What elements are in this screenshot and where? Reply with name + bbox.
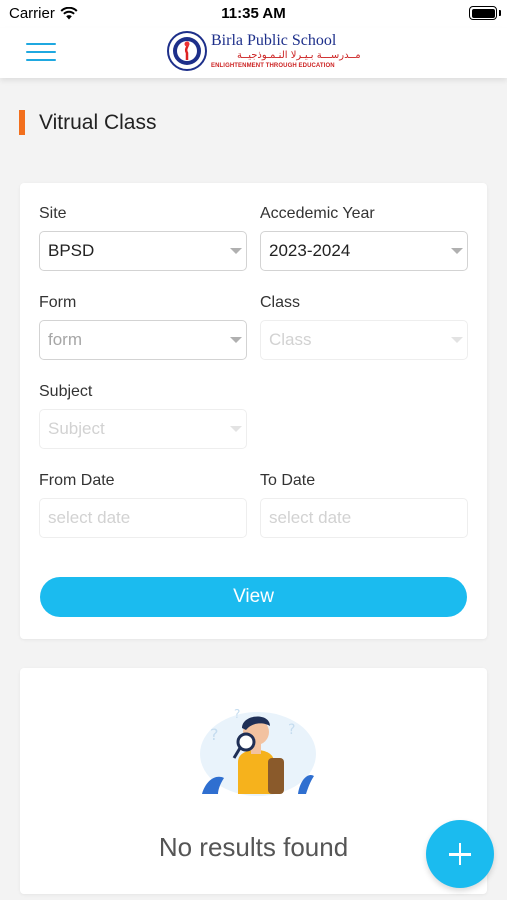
class-label: Class: [260, 294, 301, 311]
app-header: Birla Public School مــدرســـة بـيـرلا ا…: [0, 28, 507, 78]
plus-icon-vertical: [458, 843, 462, 865]
class-placeholder: Class: [269, 330, 312, 349]
filter-card: Site BPSD Accedemic Year 2023-2024 Form …: [20, 183, 487, 639]
hamburger-menu-icon[interactable]: [26, 43, 56, 63]
status-time: 11:35 AM: [221, 5, 286, 22]
battery-tip: [499, 10, 501, 16]
logo-title: Birla Public School: [211, 32, 337, 49]
no-results-illustration: ? ? ?: [200, 707, 316, 796]
status-bar: Carrier 11:35 AM: [0, 0, 507, 28]
chevron-down-icon: [451, 337, 463, 343]
logo-tagline: ENLIGHTENMENT THROUGH EDUCATION: [211, 63, 335, 69]
from-date-label: From Date: [39, 472, 115, 489]
view-button[interactable]: View: [40, 577, 467, 617]
page-title: Vitrual Class: [39, 110, 157, 134]
class-select[interactable]: Class: [260, 320, 468, 360]
school-logo: Birla Public School مــدرســـة بـيـرلا ا…: [167, 30, 361, 74]
to-date-field[interactable]: select date: [260, 498, 468, 538]
chevron-down-icon: [451, 248, 463, 254]
page-title-block: Vitrual Class: [19, 110, 157, 135]
site-value: BPSD: [48, 241, 95, 260]
site-label: Site: [39, 205, 67, 222]
chevron-down-icon: [230, 337, 242, 343]
svg-text:?: ?: [288, 722, 295, 738]
subject-placeholder: Subject: [48, 419, 105, 438]
chevron-down-icon: [230, 426, 242, 432]
form-select[interactable]: form: [39, 320, 247, 360]
add-button[interactable]: [426, 820, 494, 888]
to-date-label: To Date: [260, 472, 316, 489]
from-date-placeholder: select date: [48, 508, 131, 527]
svg-text:?: ?: [210, 725, 219, 744]
results-card: ? ? ? No results found: [20, 668, 487, 894]
battery-icon: [469, 6, 497, 20]
from-date-field[interactable]: select date: [39, 498, 247, 538]
logo-arabic: مــدرســـة بـيـرلا النـمـوذجيــة: [237, 50, 361, 61]
to-date-placeholder: select date: [269, 508, 352, 527]
svg-text:?: ?: [234, 707, 240, 721]
title-accent-bar: [19, 110, 25, 135]
chevron-down-icon: [230, 248, 242, 254]
form-label: Form: [39, 294, 77, 311]
school-emblem-icon: [167, 31, 207, 71]
academic-year-label: Accedemic Year: [260, 205, 375, 222]
academic-year-select[interactable]: 2023-2024: [260, 231, 468, 271]
empty-message: No results found: [158, 832, 349, 862]
academic-year-value: 2023-2024: [269, 241, 351, 260]
site-select[interactable]: BPSD: [39, 231, 247, 271]
subject-select[interactable]: Subject: [39, 409, 247, 449]
subject-label: Subject: [39, 383, 93, 400]
form-placeholder: form: [48, 330, 82, 349]
